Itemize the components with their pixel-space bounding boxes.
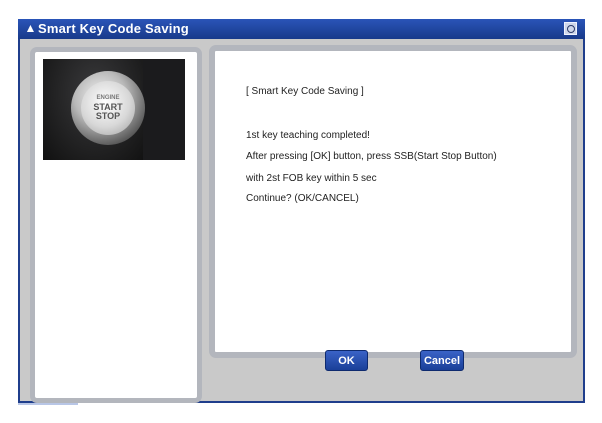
message-line: 1st key teaching completed! [246,130,370,141]
app-icon: ▲ [24,21,37,35]
message-panel: [ Smart Key Code Saving ] 1st key teachi… [209,45,577,358]
ok-button[interactable]: OK [325,350,368,371]
message-line: After pressing [OK] button, press SSB(St… [246,151,497,162]
taskbar-strip [18,403,78,405]
stop-label: STOP [95,111,121,121]
message-heading: [ Smart Key Code Saving ] [246,86,364,97]
dialog-window: ▲ Smart Key Code Saving ENGINE START STO… [18,19,585,403]
dialog-body: ENGINE START STOP [ Smart Key Code Savin… [20,39,583,403]
title-bar[interactable]: ▲ Smart Key Code Saving [18,19,585,39]
close-icon[interactable] [564,22,577,35]
image-panel: ENGINE START STOP [30,47,202,403]
window-title: Smart Key Code Saving [38,21,189,36]
message-line: with 2st FOB key within 5 sec [246,173,377,184]
message-line: Continue? (OK/CANCEL) [246,193,359,204]
cancel-button[interactable]: Cancel [420,350,464,371]
start-stop-button-image: ENGINE START STOP [43,59,185,160]
start-stop-button-graphic: ENGINE START STOP [81,81,135,135]
